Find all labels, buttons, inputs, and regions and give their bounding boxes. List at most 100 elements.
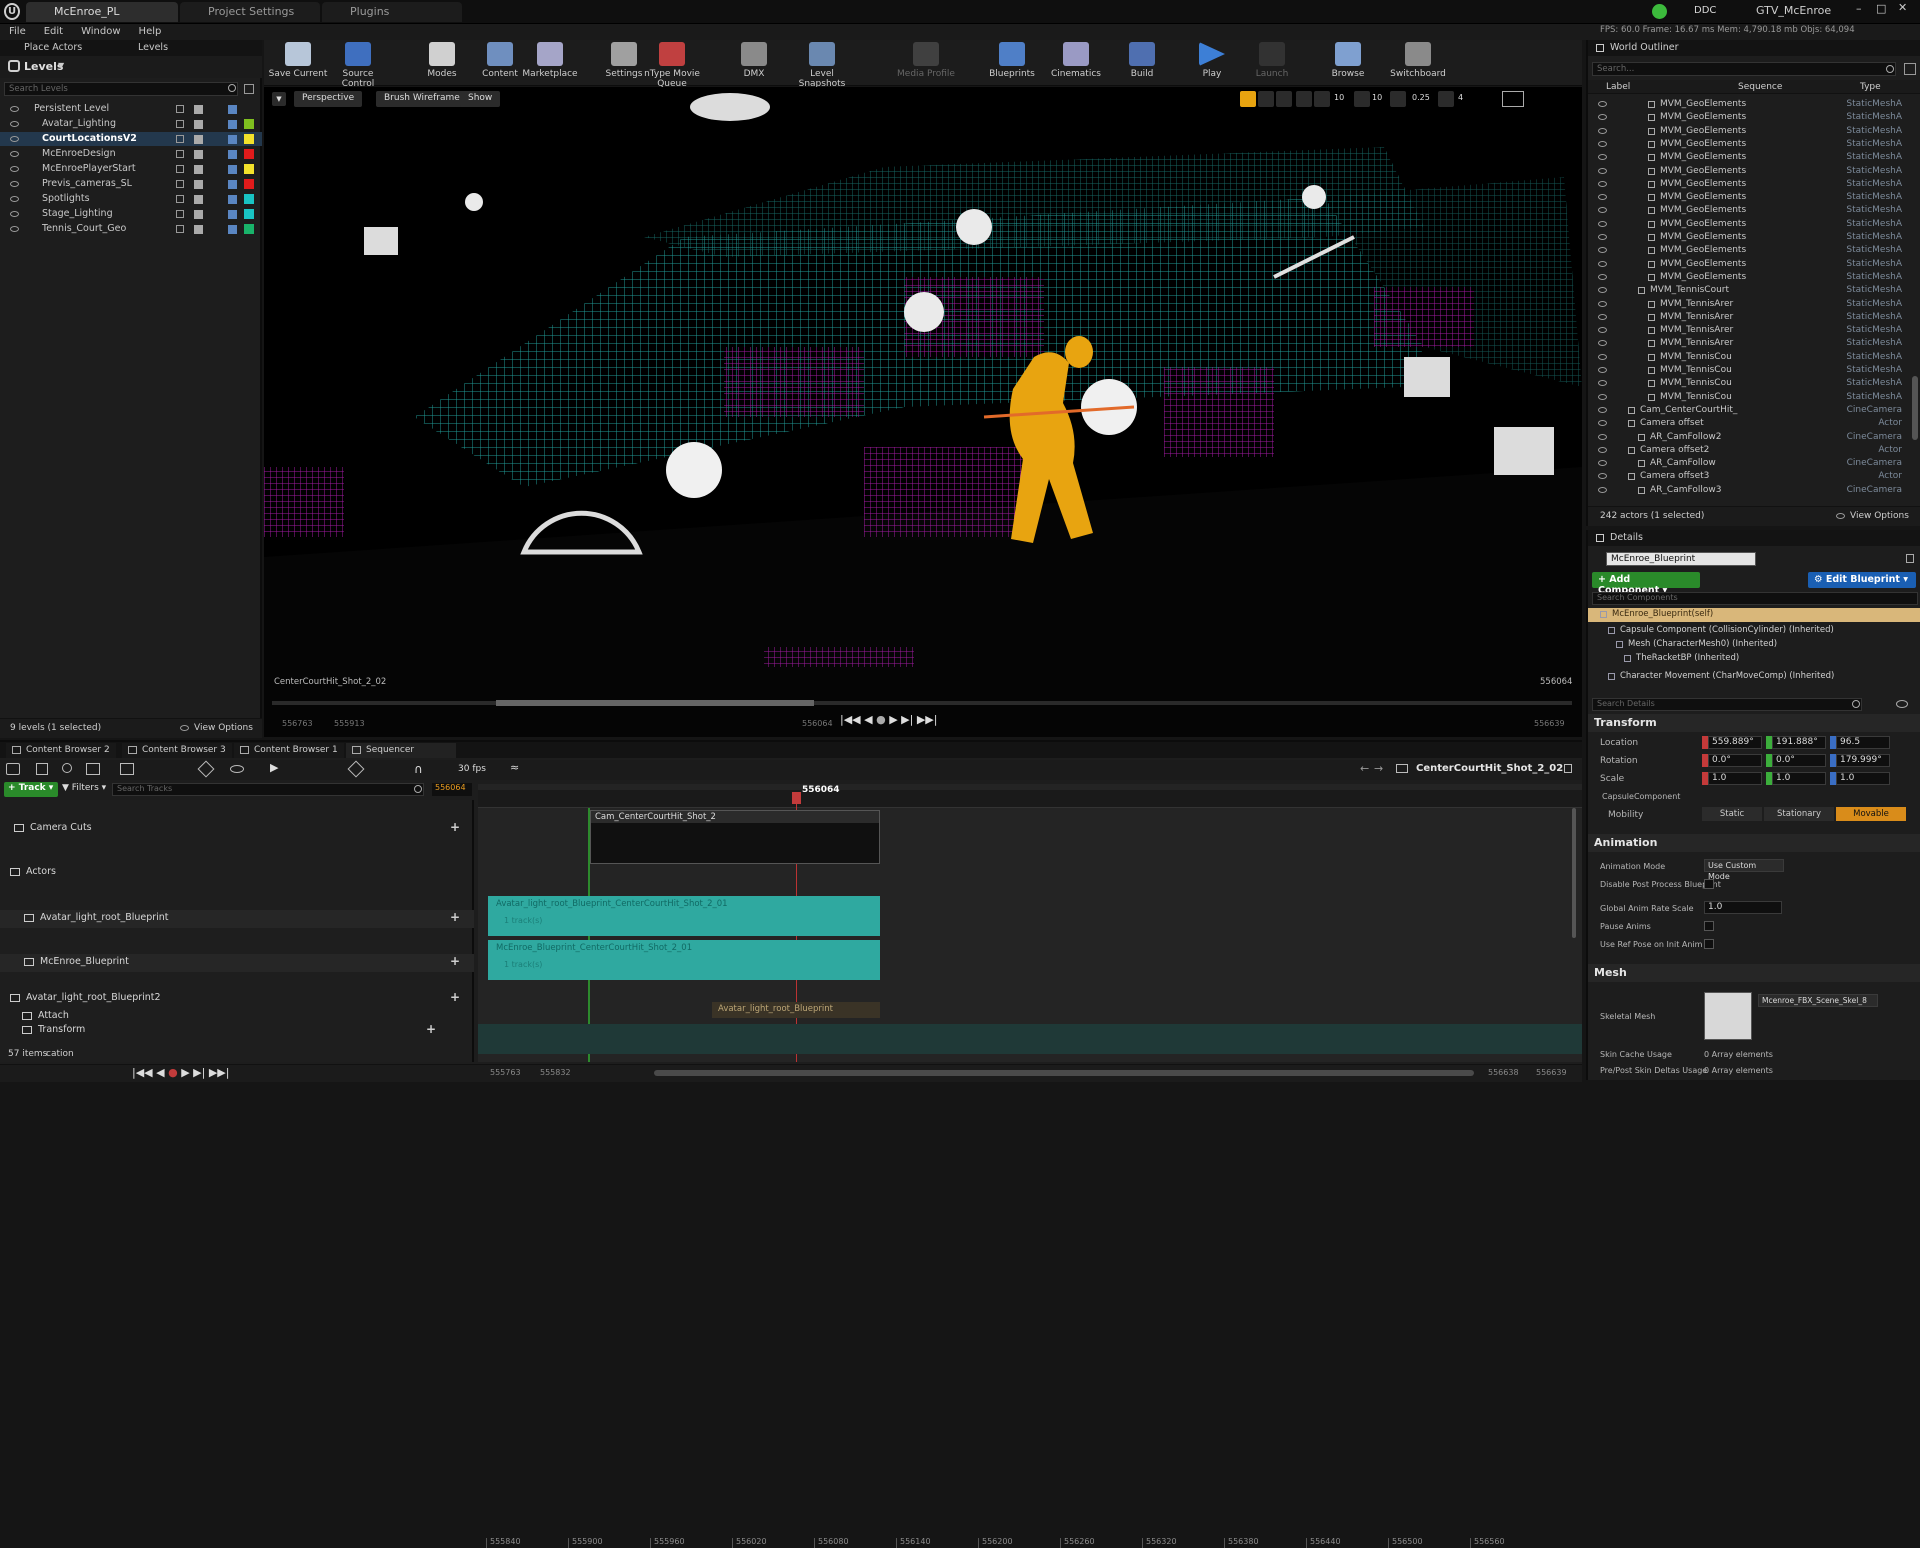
- location-y-input[interactable]: 191.888°: [1772, 736, 1826, 749]
- eye-icon[interactable]: [1598, 207, 1607, 214]
- eye-icon[interactable]: [1598, 260, 1607, 267]
- record-icon[interactable]: ●: [876, 713, 886, 726]
- build-button[interactable]: Build: [1110, 42, 1174, 82]
- outliner-row[interactable]: MVM_TennisArer StaticMeshA: [1588, 324, 1912, 337]
- scale-y-input[interactable]: 1.0: [1772, 772, 1826, 785]
- level-row[interactable]: Persistent Level: [0, 102, 262, 116]
- outliner-row[interactable]: MVM_GeoElements StaticMeshA: [1588, 98, 1912, 111]
- viewport-scrub-track[interactable]: [272, 701, 1572, 705]
- snap-icon[interactable]: [347, 760, 365, 778]
- seq-record-icon[interactable]: ●: [168, 1066, 178, 1079]
- surface-snap-icon[interactable]: [1314, 91, 1330, 107]
- skip-start-icon[interactable]: |◀◀: [840, 713, 861, 726]
- viewport[interactable]: ▼ Perspective Brush Wireframe Show 10 10…: [264, 87, 1582, 737]
- eye-icon[interactable]: [10, 151, 19, 157]
- switchboard-button[interactable]: Switchboard: [1386, 42, 1450, 82]
- location-z-input[interactable]: 96.5: [1836, 736, 1890, 749]
- mobility-static-button[interactable]: Static: [1702, 807, 1762, 821]
- scale-snap-icon[interactable]: [1390, 91, 1406, 107]
- transform-section[interactable]: Transform: [1588, 714, 1920, 732]
- lock-icon[interactable]: [176, 180, 184, 188]
- component-row[interactable]: Capsule Component (CollisionCylinder) (I…: [1588, 624, 1920, 638]
- lock-icon[interactable]: [176, 210, 184, 218]
- search-icon[interactable]: [1886, 65, 1894, 73]
- level-blueprint-icon[interactable]: [228, 135, 237, 144]
- step-forward-icon[interactable]: ▶|: [901, 713, 913, 726]
- tab-project-settings[interactable]: Project Settings: [180, 2, 320, 22]
- search-components-input[interactable]: Search Components: [1592, 592, 1918, 605]
- skeletal-mesh-select[interactable]: Mcenroe_FBX_Scene_Skel_8: [1758, 994, 1878, 1007]
- mcenroe-clip[interactable]: McEnroe_Blueprint_CenterCourtHit_Shot_2_…: [488, 940, 880, 980]
- add-icon[interactable]: +: [450, 910, 460, 924]
- seq-skip-start-icon[interactable]: |◀◀: [132, 1066, 153, 1079]
- levels-search-input[interactable]: Search Levels: [4, 82, 238, 96]
- eye-icon[interactable]: [1598, 234, 1607, 240]
- tab-place-actors[interactable]: Place Actors: [24, 42, 82, 53]
- sequence-settings-icon[interactable]: [6, 763, 20, 775]
- level-blueprint-icon[interactable]: [228, 210, 237, 219]
- mobility-stationary-button[interactable]: Stationary: [1764, 807, 1834, 821]
- eye-icon[interactable]: [10, 106, 19, 112]
- seq-play-icon[interactable]: ▶: [181, 1066, 189, 1079]
- timeline-ruler[interactable]: [478, 790, 1582, 808]
- level-row[interactable]: McEnroePlayerStart: [0, 162, 262, 176]
- dmx-button[interactable]: DMX: [722, 42, 786, 82]
- eye-icon[interactable]: [10, 181, 19, 187]
- lock-icon[interactable]: [1906, 554, 1914, 563]
- view-mode-button[interactable]: Brush Wireframe: [376, 91, 468, 107]
- levels-settings-icon[interactable]: [244, 84, 254, 94]
- outliner-row[interactable]: Cam_CenterCourtHit_ CineCamera: [1588, 404, 1912, 417]
- eye-icon[interactable]: [10, 211, 19, 217]
- level-row[interactable]: CourtLocationsV2: [0, 132, 262, 146]
- outliner-row[interactable]: MVM_TennisArer StaticMeshA: [1588, 337, 1912, 350]
- outliner-row[interactable]: MVM_TennisArer StaticMeshA: [1588, 311, 1912, 324]
- bottom-tab-content-browser-3[interactable]: Content Browser 3: [122, 743, 232, 758]
- source-control-status-icon[interactable]: [1652, 4, 1667, 19]
- tab-plugins[interactable]: Plugins: [322, 2, 462, 22]
- level-row[interactable]: Avatar_Lighting: [0, 117, 262, 131]
- rotation-z-input[interactable]: 179.999°: [1836, 754, 1890, 767]
- outliner-title[interactable]: World Outliner: [1610, 42, 1679, 53]
- unreal-logo-icon[interactable]: U: [4, 3, 20, 20]
- actor-name-field[interactable]: McEnroe_Blueprint: [1606, 552, 1756, 566]
- bottom-tab-sequencer[interactable]: Sequencer: [346, 743, 456, 758]
- play-sequence-icon[interactable]: ▶: [270, 761, 278, 774]
- camera-icon[interactable]: [120, 763, 134, 775]
- filters-button[interactable]: ▼ Filters ▾: [62, 783, 106, 793]
- level-blueprint-icon[interactable]: [228, 120, 237, 129]
- outliner-row[interactable]: Camera offset3 Actor: [1588, 470, 1912, 483]
- track-camera-cuts[interactable]: Camera Cuts +: [0, 820, 474, 838]
- eye-icon[interactable]: [1598, 247, 1607, 254]
- scale-snap-value[interactable]: 0.25: [1412, 93, 1430, 102]
- camera-speed-icon[interactable]: [1438, 91, 1454, 107]
- level-color-swatch[interactable]: [244, 194, 254, 204]
- lock-icon[interactable]: [176, 165, 184, 173]
- track-avatar-light-root-blueprint[interactable]: Avatar_light_root_Blueprint +: [0, 910, 474, 928]
- menu-help[interactable]: Help: [130, 25, 171, 37]
- rot-snap-value[interactable]: 10: [1372, 93, 1382, 102]
- menu-window[interactable]: Window: [72, 25, 129, 37]
- levels-view-options[interactable]: View Options: [180, 723, 253, 733]
- eye-icon[interactable]: [1598, 460, 1607, 467]
- level-color-swatch[interactable]: [244, 209, 254, 219]
- search-sequence-icon[interactable]: [62, 763, 72, 773]
- add-icon[interactable]: +: [450, 820, 460, 834]
- lock-icon[interactable]: [176, 150, 184, 158]
- edit-blueprint-button[interactable]: ⚙ Edit Blueprint ▾: [1808, 572, 1916, 588]
- eye-icon[interactable]: [1598, 180, 1607, 187]
- save-current-button[interactable]: Save Current: [266, 42, 330, 82]
- bottom-tab-content-browser-2[interactable]: Content Browser 2: [6, 743, 116, 758]
- eye-icon[interactable]: [1598, 380, 1607, 387]
- component-row[interactable]: Mesh (CharacterMesh0) (Inherited): [1588, 638, 1920, 652]
- marketplace-button[interactable]: Marketplace: [518, 42, 582, 82]
- blueprints-button[interactable]: Blueprints: [980, 42, 1044, 82]
- lock-icon[interactable]: [176, 135, 184, 143]
- add-track-button[interactable]: + Track ▾: [4, 782, 58, 797]
- outliner-row[interactable]: MVM_GeoElements StaticMeshA: [1588, 204, 1912, 217]
- media-profile-button[interactable]: Media Profile: [894, 42, 958, 82]
- outliner-row[interactable]: AR_CamFollow3 CineCamera: [1588, 484, 1912, 497]
- avatar-clip[interactable]: Avatar_light_root_Blueprint_CenterCourtH…: [488, 896, 880, 936]
- level-blueprint-icon[interactable]: [228, 150, 237, 159]
- level-color-swatch[interactable]: [244, 179, 254, 189]
- level-save-icon[interactable]: [194, 135, 203, 144]
